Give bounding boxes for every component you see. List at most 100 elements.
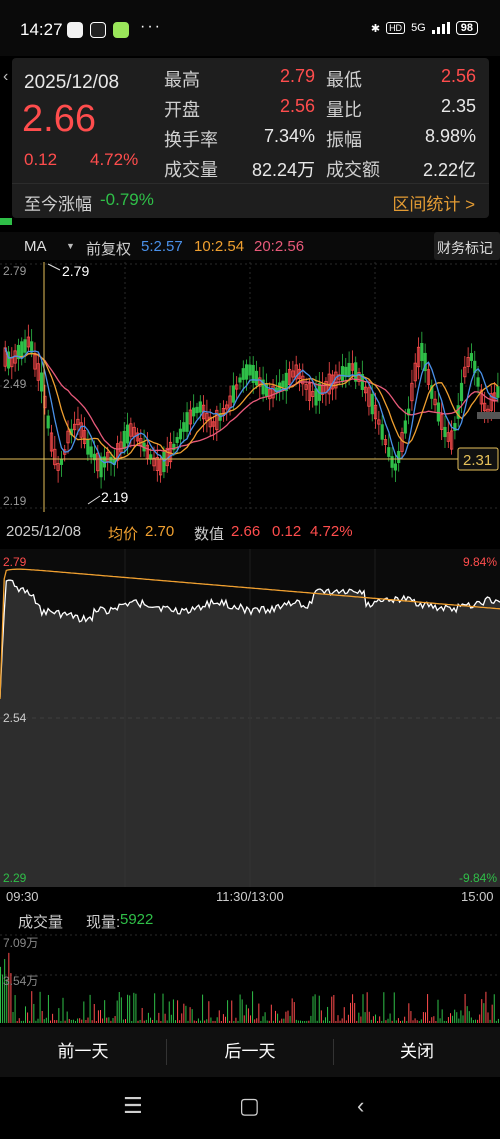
stat-turnover-value: 7.34% <box>263 126 315 146</box>
divider <box>12 183 489 184</box>
volume-bar <box>297 1020 299 1023</box>
home-icon[interactable]: ▢ <box>239 1093 260 1119</box>
candle-body <box>469 353 474 361</box>
volume-bar <box>122 1019 124 1023</box>
close-button[interactable]: 关闭 <box>334 1027 500 1077</box>
prev-day-button[interactable]: 前一天 <box>0 1027 166 1077</box>
volume-bar <box>220 1021 222 1023</box>
volume-bar <box>272 1020 274 1023</box>
volume-bar <box>177 1000 179 1023</box>
time-start: 09:30 <box>6 889 39 904</box>
quote-date: 2025/12/08 <box>24 72 120 93</box>
volume-bar <box>120 997 122 1023</box>
volume-bar <box>354 1002 356 1023</box>
volume-bar <box>112 1018 114 1023</box>
volume-bar <box>160 1020 162 1023</box>
volume-bar <box>0 966 1 1023</box>
volume-bar <box>118 992 120 1023</box>
volume-bar <box>291 998 293 1023</box>
stat-high-label: 最高 <box>164 70 200 90</box>
volume-bar <box>285 1011 287 1023</box>
volume-bar <box>66 1011 68 1023</box>
ma-selector[interactable]: MA <box>24 238 47 255</box>
volume-bar <box>33 1003 35 1023</box>
candle-body <box>420 342 424 362</box>
volume-bar <box>293 1002 295 1023</box>
volume-bar <box>260 1020 262 1023</box>
menu-icon[interactable]: ☰ <box>123 1093 143 1119</box>
volume-bar <box>102 1018 104 1023</box>
next-day-button[interactable]: 后一天 <box>167 1027 333 1077</box>
high-mark-label: 2.79 <box>62 263 89 279</box>
volume-bar <box>462 1015 464 1023</box>
intraday-y-bot: 2.29 <box>3 871 27 885</box>
volume-bar <box>79 1018 81 1023</box>
volume-bar <box>289 1015 291 1023</box>
volume-bar <box>477 1019 479 1023</box>
stat-amount-value: 2.22亿 <box>422 160 476 180</box>
volume-bar <box>487 1012 489 1023</box>
intraday-chart[interactable]: 2.79 2.54 2.29 9.84% -9.84% <box>0 549 500 887</box>
high-mark-pointer <box>47 263 61 271</box>
system-nav-bar: ☰ ▢ ‹ <box>0 1079 500 1139</box>
volume-bar <box>193 1020 195 1023</box>
volume-bar <box>35 1020 37 1023</box>
back-icon[interactable]: ‹ <box>3 68 8 86</box>
volume-bar <box>262 1016 264 1023</box>
volume-bar <box>402 1020 404 1023</box>
volume-bar <box>210 1017 212 1023</box>
quote-price: 2.66 <box>22 98 96 140</box>
volume-bar <box>56 1020 58 1023</box>
volume-bar <box>358 1012 360 1023</box>
kline-chart[interactable]: 2.31 2.79 2.49 2.19 2.79 2.19 <box>0 262 500 512</box>
volume-bar <box>43 1019 45 1023</box>
stat-low-label: 最低 <box>326 70 362 90</box>
quote-change: 0.12 <box>24 150 58 169</box>
stat-amplitude-label: 振幅 <box>326 130 362 150</box>
since-change-value: -0.79% <box>100 190 154 209</box>
volume-chart[interactable]: 7.09万 3.54万 <box>0 933 500 1025</box>
volume-bar <box>62 997 64 1023</box>
volume-bar <box>131 1020 133 1023</box>
volume-bar <box>475 1019 476 1023</box>
volume-bar <box>318 995 320 1023</box>
candle-body <box>192 407 196 417</box>
adjust-type[interactable]: 前复权 <box>86 238 131 259</box>
current-volume-value: 5922 <box>120 911 154 928</box>
volume-bar <box>195 1020 197 1023</box>
avg-price-label: 均价 <box>108 526 139 543</box>
candle-body <box>178 428 183 440</box>
signal-icon <box>431 22 450 34</box>
volume-bar <box>287 1010 289 1023</box>
volume-bar <box>250 1015 251 1023</box>
volume-bar <box>133 992 135 1023</box>
volume-bar <box>325 1017 326 1023</box>
volume-bar <box>320 1010 322 1023</box>
range-stats-link[interactable]: 区间统计 > <box>392 190 475 215</box>
volume-bar <box>72 1019 74 1023</box>
volume-bar <box>95 1020 97 1023</box>
volume-bar <box>204 1020 206 1023</box>
chevron-down-icon[interactable]: ▼ <box>66 241 75 251</box>
value-label: 数值 <box>194 526 225 543</box>
volume-bar <box>175 1020 176 1023</box>
volume-bar <box>247 1008 249 1023</box>
back-nav-icon[interactable]: ‹ <box>357 1093 364 1119</box>
volume-bar <box>443 1020 445 1023</box>
finance-mark-button[interactable]: 财务标记 <box>434 232 500 260</box>
volume-bar <box>50 1020 51 1023</box>
volume-bar <box>295 1019 297 1023</box>
volume-bar <box>433 1016 435 1023</box>
volume-bar <box>385 1020 387 1023</box>
volume-bar <box>337 1015 339 1023</box>
volume-bar <box>187 1020 189 1023</box>
volume-bar <box>235 1017 237 1023</box>
volume-bar <box>52 1013 54 1023</box>
volume-bar <box>218 1010 220 1023</box>
status-bar: 14:27 ··· ✱ HD 5G 98 <box>0 0 500 56</box>
volume-bar <box>164 1013 166 1023</box>
volume-bar <box>233 1020 235 1023</box>
candle-body <box>86 439 90 455</box>
volume-bar <box>445 1021 447 1023</box>
volume-bar <box>214 1020 216 1023</box>
